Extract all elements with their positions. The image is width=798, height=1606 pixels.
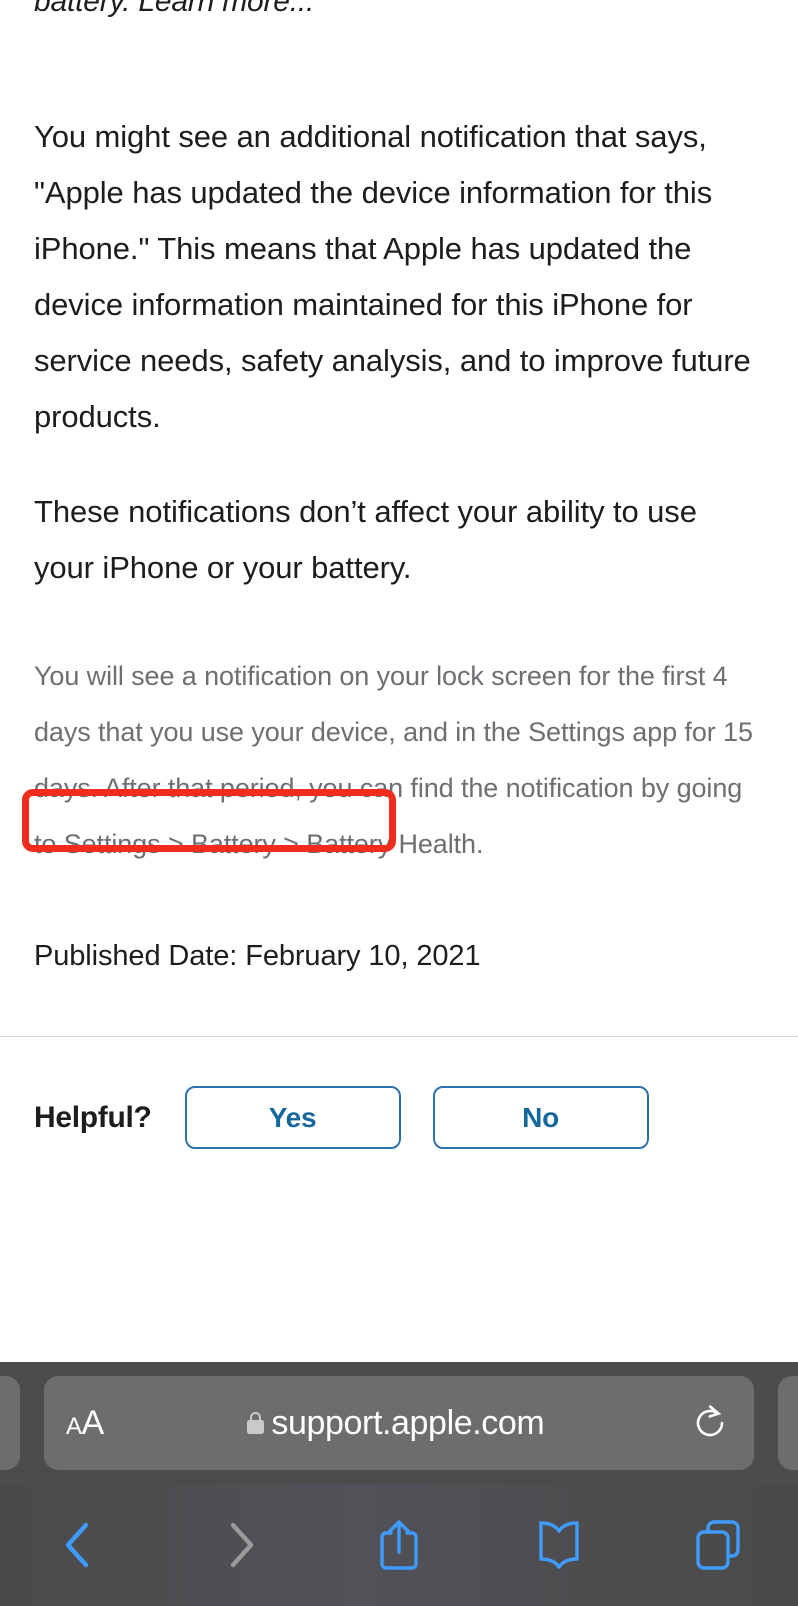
article-paragraph-1: You might see an additional notification… [34,119,751,434]
feedback-section: Helpful? Yes No [0,1086,798,1149]
text-size-large-a: A [81,1404,105,1442]
address-bar[interactable]: AA support.apple.com [44,1376,754,1470]
url-bar-row: AA support.apple.com [0,1362,798,1484]
text-size-small-a: A [66,1413,82,1440]
reload-icon[interactable] [688,1401,732,1445]
adjacent-tab-right[interactable] [778,1376,798,1470]
feedback-yes-button[interactable]: Yes [184,1086,401,1149]
article-paragraph-2: These notifications don’t affect your ab… [34,494,697,585]
url-display: support.apple.com [104,1404,688,1443]
feedback-label: Helpful? [34,1100,152,1134]
article-body: You might see an additional notification… [0,109,798,976]
forward-button [160,1484,320,1606]
feedback-no-button[interactable]: No [432,1086,649,1149]
content-divider [0,1036,798,1037]
published-date: Published Date: February 10, 2021 [34,940,481,972]
browser-toolbar [0,1484,798,1606]
lock-icon [247,1412,265,1434]
back-button[interactable] [0,1484,160,1606]
share-button[interactable] [319,1484,479,1606]
adjacent-tab-left[interactable] [0,1376,20,1470]
bookmarks-button[interactable] [479,1484,639,1606]
url-text: support.apple.com [271,1403,545,1442]
webpage-content: battery. Learn more... You might see an … [0,0,798,1362]
clipped-previous-paragraph: battery. Learn more... [0,0,798,22]
text-size-button[interactable]: AA [66,1406,104,1440]
tabs-button[interactable] [638,1484,798,1606]
clipped-paragraph-text: battery. Learn more... [34,0,315,18]
safari-browser-chrome: AA support.apple.com [0,1362,798,1606]
article-note-paragraph: You will see a notification on your lock… [34,661,753,859]
